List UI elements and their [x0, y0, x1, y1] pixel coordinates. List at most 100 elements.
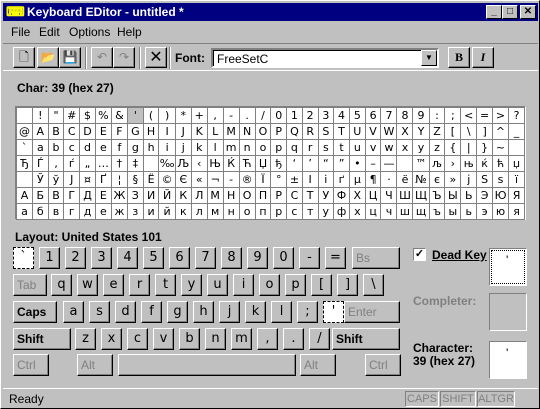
grid-cell[interactable]: г: [63, 203, 81, 220]
grid-cell[interactable]: м: [206, 203, 224, 220]
key[interactable]: 1: [39, 247, 60, 269]
menu-help[interactable]: Help: [117, 25, 142, 39]
grid-cell[interactable]: |: [460, 139, 478, 156]
minimize-button[interactable]: _: [486, 5, 502, 19]
grid-cell[interactable]: є: [428, 171, 446, 188]
grid-cell[interactable]: `: [16, 139, 33, 156]
key[interactable]: k: [245, 301, 266, 323]
grid-cell[interactable]: Н: [222, 187, 240, 204]
grid-cell[interactable]: Џ: [254, 155, 272, 172]
grid-cell[interactable]: Й: [158, 187, 176, 204]
grid-cell[interactable]: У: [317, 187, 335, 204]
grid-cell[interactable]: «: [190, 171, 208, 188]
key[interactable]: ,: [257, 328, 278, 350]
key[interactable]: \: [363, 274, 384, 296]
grid-cell[interactable]: Ъ: [428, 187, 446, 204]
grid-cell[interactable]: С: [286, 187, 303, 204]
key[interactable]: n: [205, 328, 226, 350]
grid-cell[interactable]: n: [238, 139, 256, 156]
grid-cell[interactable]: ш: [396, 203, 414, 220]
key[interactable]: a: [63, 301, 84, 323]
grid-cell[interactable]: б: [31, 203, 49, 220]
grid-cell[interactable]: Э: [476, 187, 493, 204]
grid-cell[interactable]: ќ: [476, 155, 493, 172]
grid-cell[interactable]: A: [31, 123, 49, 140]
grid-cell[interactable]: і: [317, 171, 335, 188]
key[interactable]: o: [259, 274, 280, 296]
key[interactable]: .: [283, 328, 304, 350]
grid-cell[interactable]: !: [31, 107, 49, 124]
grid-cell[interactable]: А: [16, 187, 33, 204]
dead-key-checkbox[interactable]: ✓: [413, 248, 426, 261]
key[interactable]: 9: [247, 247, 268, 269]
grid-cell[interactable]: E: [94, 123, 112, 140]
grid-cell[interactable]: 4: [333, 107, 350, 124]
grid-cell[interactable]: O: [254, 123, 272, 140]
grid-cell[interactable]: r: [301, 139, 319, 156]
key[interactable]: u: [207, 274, 228, 296]
grid-cell[interactable]: Ч: [380, 187, 398, 204]
grid-cell[interactable]: j: [174, 139, 192, 156]
key-shift-right[interactable]: Shift: [332, 328, 400, 350]
grid-cell[interactable]: ё: [396, 171, 414, 188]
key-enter[interactable]: Enter: [344, 301, 400, 323]
grid-cell[interactable]: Ы: [444, 187, 462, 204]
grid-cell[interactable]: И: [142, 187, 160, 204]
grid-cell[interactable]: й: [158, 203, 176, 220]
grid-cell[interactable]: B: [47, 123, 65, 140]
grid-cell[interactable]: џ: [508, 155, 525, 172]
grid-cell[interactable]: 1: [286, 107, 303, 124]
grid-cell[interactable]: Є: [174, 171, 192, 188]
key[interactable]: 6: [169, 247, 190, 269]
grid-cell[interactable]: G: [126, 123, 144, 140]
grid-cell[interactable]: p: [270, 139, 288, 156]
key[interactable]: 3: [91, 247, 112, 269]
grid-cell[interactable]: …: [94, 155, 112, 172]
grid-cell[interactable]: ]: [476, 123, 493, 140]
grid-cell[interactable]: q: [286, 139, 303, 156]
grid-cell[interactable]: 0: [270, 107, 288, 124]
key-space[interactable]: [118, 354, 296, 376]
grid-cell[interactable]: Њ: [206, 155, 224, 172]
key[interactable]: w: [77, 274, 98, 296]
grid-cell[interactable]: Ш: [396, 187, 414, 204]
grid-cell[interactable]: ћ: [491, 155, 510, 172]
key[interactable]: q: [51, 274, 72, 296]
grid-cell[interactable]: [508, 139, 525, 156]
grid-cell[interactable]: @: [16, 123, 33, 140]
key[interactable]: m: [231, 328, 252, 350]
grid-cell[interactable]: х: [348, 203, 366, 220]
font-select[interactable]: FreeSetC ▼: [211, 48, 439, 68]
key[interactable]: l: [271, 301, 292, 323]
grid-cell[interactable]: ї: [508, 171, 525, 188]
grid-cell[interactable]: ґ: [333, 171, 350, 188]
grid-cell[interactable]: ѕ: [491, 171, 510, 188]
key[interactable]: z: [75, 328, 96, 350]
new-file-icon[interactable]: 🗋: [13, 47, 35, 68]
grid-cell[interactable]: Ц: [364, 187, 382, 204]
grid-cell[interactable]: ¤: [79, 171, 96, 188]
menu-options[interactable]: Options: [69, 25, 110, 39]
grid-cell[interactable]: m: [222, 139, 240, 156]
grid-cell[interactable]: њ: [460, 155, 478, 172]
grid-cell[interactable]: ): [158, 107, 176, 124]
grid-cell[interactable]: Љ: [174, 155, 192, 172]
grid-cell[interactable]: ф: [333, 203, 350, 220]
grid-cell[interactable]: Q: [286, 123, 303, 140]
grid-cell[interactable]: X: [396, 123, 414, 140]
grid-cell[interactable]: с: [286, 203, 303, 220]
grid-cell[interactable]: s: [317, 139, 335, 156]
grid-cell[interactable]: ю: [491, 203, 510, 220]
grid-cell[interactable]: т: [301, 203, 319, 220]
grid-cell[interactable]: н: [222, 203, 240, 220]
grid-cell[interactable]: w: [380, 139, 398, 156]
grid-cell[interactable]: d: [79, 139, 96, 156]
key[interactable]: ;: [297, 301, 318, 323]
grid-cell[interactable]: Ё: [142, 171, 160, 188]
key[interactable]: [: [311, 274, 332, 296]
grid-cell[interactable]: l: [206, 139, 224, 156]
grid-cell[interactable]: ч: [380, 203, 398, 220]
grid-cell[interactable]: ј: [460, 171, 478, 188]
grid-cell[interactable]: ;: [444, 107, 462, 124]
grid-cell[interactable]: Ґ: [94, 171, 112, 188]
